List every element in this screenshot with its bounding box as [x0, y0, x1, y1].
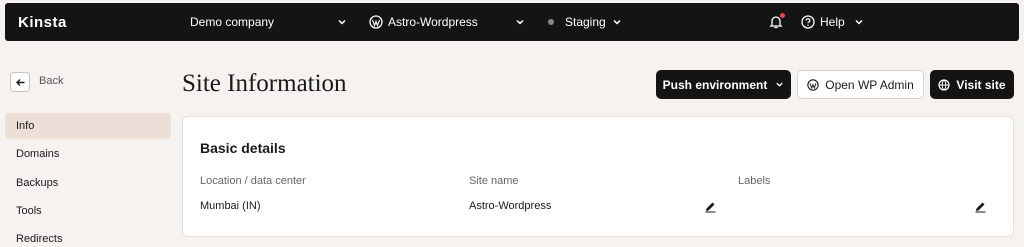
back-label[interactable]: Back [39, 75, 63, 87]
visit-site-button[interactable]: Visit site [930, 70, 1014, 99]
sidebar-item-backups[interactable]: Backups [5, 170, 171, 196]
wordpress-icon [369, 15, 383, 29]
kinsta-logo[interactable]: Kinsta [18, 14, 67, 31]
back-button[interactable] [10, 72, 30, 92]
sidebar-item-domains[interactable]: Domains [5, 141, 171, 167]
company-name: Demo company [190, 15, 275, 29]
open-wp-admin-label: Open WP Admin [825, 77, 914, 92]
help-icon [801, 15, 815, 29]
environment-status-dot [548, 19, 554, 25]
edit-labels-icon[interactable] [974, 200, 987, 213]
page-title: Site Information [182, 70, 347, 97]
notification-dot [780, 13, 785, 18]
chevron-down-icon[interactable] [612, 17, 622, 27]
site-selector[interactable]: Astro-Wordpress [369, 15, 478, 29]
site-name-label: Site name [469, 175, 519, 187]
push-environment-button[interactable]: Push environment [656, 70, 791, 99]
push-environment-label: Push environment [662, 77, 768, 92]
sidebar-item-tools[interactable]: Tools [5, 198, 171, 224]
edit-site-name-icon[interactable] [704, 200, 717, 213]
arrow-left-icon [15, 78, 24, 86]
labels-label: Labels [738, 175, 771, 187]
sidebar-item-info[interactable]: Info [5, 113, 171, 139]
environment-selector[interactable]: Staging [548, 15, 606, 29]
help-label: Help [820, 15, 845, 29]
environment-name: Staging [565, 15, 606, 29]
card-title: Basic details [200, 140, 286, 156]
wordpress-icon [807, 78, 819, 91]
basic-details-card: Basic details Location / data center Mum… [182, 116, 1014, 237]
globe-icon [938, 78, 951, 91]
top-navigation-bar: Kinsta Demo company Astro-Wordpress Stag… [5, 3, 1019, 41]
chevron-down-icon [776, 82, 784, 87]
sidebar-item-redirects[interactable]: Redirects [5, 226, 171, 247]
help-menu[interactable]: Help [801, 15, 864, 29]
site-name-value: Astro-Wordpress [469, 200, 552, 212]
location-value: Mumbai (IN) [200, 200, 261, 212]
chevron-down-icon [855, 19, 863, 25]
chevron-down-icon[interactable] [337, 17, 347, 27]
location-label: Location / data center [200, 175, 306, 187]
chevron-down-icon[interactable] [515, 17, 525, 27]
visit-site-label: Visit site [956, 77, 1006, 92]
company-selector[interactable]: Demo company [190, 15, 274, 29]
open-wp-admin-button[interactable]: Open WP Admin [797, 70, 924, 99]
site-name: Astro-Wordpress [388, 15, 478, 29]
